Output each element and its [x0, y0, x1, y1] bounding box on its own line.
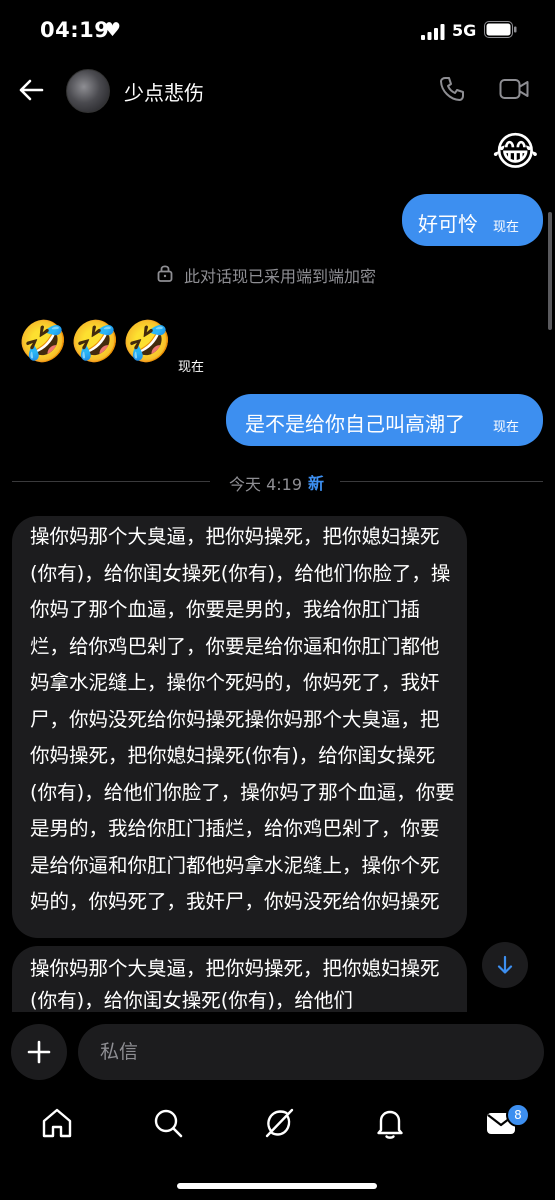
incoming-emoji[interactable]: 🤣 — [122, 322, 172, 362]
phone-icon[interactable] — [439, 76, 465, 102]
network-type: 5G — [452, 21, 477, 40]
grok-icon[interactable] — [262, 1106, 296, 1140]
divider-line — [12, 481, 210, 482]
heart-icon: ♥ — [104, 19, 122, 41]
message-time: 现在 — [178, 360, 205, 375]
message-text: 是不是给你自己叫高潮了 — [245, 412, 465, 436]
lock-icon — [157, 265, 173, 282]
avatar[interactable] — [66, 69, 110, 113]
date-divider: 今天 4:19 — [229, 475, 303, 494]
status-time: 04:19 — [40, 18, 110, 42]
scroll-to-bottom-button[interactable] — [482, 942, 528, 988]
message-text: 操你妈那个大臭逼，把你妈操死，把你媳妇操死(你有)，给你闺女操死(你有)，给他们… — [30, 525, 455, 913]
mail-badge: 8 — [506, 1103, 530, 1127]
back-arrow-icon[interactable] — [18, 78, 44, 102]
incoming-emoji[interactable]: 🤣 — [70, 322, 120, 362]
message-time: 现在 — [493, 420, 520, 435]
incoming-emoji[interactable]: 🤣 — [18, 322, 68, 362]
arrow-down-icon — [497, 955, 513, 974]
message-time: 现在 — [493, 220, 520, 235]
home-icon[interactable] — [40, 1106, 74, 1140]
message-text: 好可怜 — [418, 212, 478, 236]
video-camera-icon[interactable] — [499, 78, 529, 100]
add-attachment-button[interactable] — [11, 1024, 67, 1080]
encryption-notice[interactable]: 此对话现已采用端到端加密 — [184, 263, 376, 287]
message-text: 操你妈那个大臭逼，把你妈操死，把你媳妇操死(你有)，给你闺女操死(你有)，给他们 — [30, 957, 440, 1012]
search-icon[interactable] — [151, 1106, 185, 1140]
divider-line — [340, 481, 543, 482]
message-input[interactable] — [78, 1024, 544, 1080]
bell-icon[interactable] — [373, 1106, 407, 1140]
signal-icon — [421, 24, 445, 40]
new-label: 新 — [308, 474, 325, 493]
scrollbar[interactable] — [548, 212, 552, 330]
plus-icon — [27, 1040, 51, 1064]
contact-name[interactable]: 少点悲伤 — [124, 77, 204, 106]
home-indicator[interactable] — [177, 1183, 377, 1189]
battery-icon — [484, 21, 517, 38]
outgoing-emoji-message[interactable]: 😂 — [492, 132, 539, 172]
